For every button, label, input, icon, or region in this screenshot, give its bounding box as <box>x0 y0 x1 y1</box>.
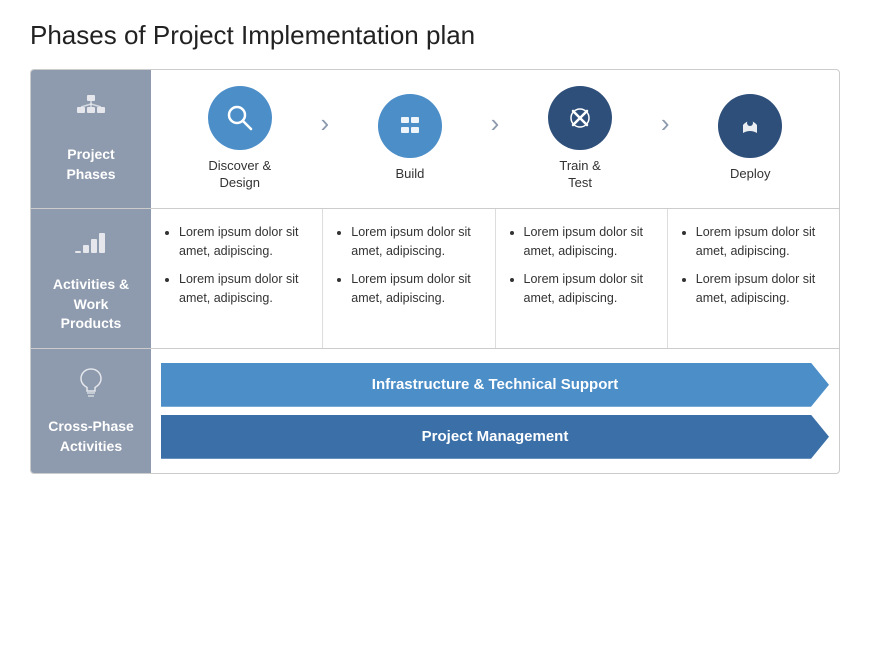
discover-icon <box>208 86 272 150</box>
activities-label-cell: Activities &WorkProducts <box>31 209 151 348</box>
cross-phase-label-cell: Cross-PhaseActivities <box>31 349 151 473</box>
phase-build: Build <box>331 94 489 183</box>
deploy-icon <box>718 94 782 158</box>
activity-item: Lorem ipsum dolor sit amet, adipiscing. <box>179 270 308 308</box>
discover-label: Discover &Design <box>208 158 271 192</box>
activity-item: Lorem ipsum dolor sit amet, adipiscing. <box>696 270 825 308</box>
activity-col-4: Lorem ipsum dolor sit amet, adipiscing. … <box>668 209 839 348</box>
activity-item: Lorem ipsum dolor sit amet, adipiscing. <box>351 223 480 261</box>
activity-item: Lorem ipsum dolor sit amet, adipiscing. <box>696 223 825 261</box>
project-mgmt-banner: Project Management <box>161 415 829 459</box>
mgmt-label: Project Management <box>422 428 569 445</box>
hierarchy-icon <box>73 93 109 139</box>
build-label: Build <box>395 166 424 183</box>
infra-label: Infrastructure & Technical Support <box>372 376 618 393</box>
activity-col-1: Lorem ipsum dolor sit amet, adipiscing. … <box>151 209 323 348</box>
phases-content: Discover &Design › Build › <box>151 70 839 208</box>
arrow-3: › <box>659 108 672 139</box>
lightbulb-icon <box>76 365 106 411</box>
train-label: Train &Test <box>559 158 600 192</box>
phase-train: Train &Test <box>501 86 659 192</box>
implementation-table: ProjectPhases Discover &Design › <box>30 69 840 474</box>
page-title: Phases of Project Implementation plan <box>30 20 840 51</box>
phase-discover: Discover &Design <box>161 86 319 192</box>
activity-col-2: Lorem ipsum dolor sit amet, adipiscing. … <box>323 209 495 348</box>
deploy-label: Deploy <box>730 166 770 183</box>
activity-col-3: Lorem ipsum dolor sit amet, adipiscing. … <box>496 209 668 348</box>
activity-item: Lorem ipsum dolor sit amet, adipiscing. <box>524 223 653 261</box>
activity-item: Lorem ipsum dolor sit amet, adipiscing. <box>351 270 480 308</box>
activities-content: Lorem ipsum dolor sit amet, adipiscing. … <box>151 209 839 348</box>
phases-label: ProjectPhases <box>66 145 115 184</box>
activities-row: Activities &WorkProducts Lorem ipsum dol… <box>31 209 839 349</box>
cross-phase-label: Cross-PhaseActivities <box>48 417 134 456</box>
activities-label: Activities &WorkProducts <box>53 275 129 334</box>
arrow-2: › <box>489 108 502 139</box>
build-icon <box>378 94 442 158</box>
phase-deploy: Deploy <box>672 94 830 183</box>
activities-icon <box>73 223 109 269</box>
phases-label-cell: ProjectPhases <box>31 70 151 208</box>
phases-row: ProjectPhases Discover &Design › <box>31 70 839 209</box>
mgmt-arrow: Project Management <box>161 415 829 459</box>
infra-arrow: Infrastructure & Technical Support <box>161 363 829 407</box>
infrastructure-banner: Infrastructure & Technical Support <box>161 363 829 407</box>
activity-item: Lorem ipsum dolor sit amet, adipiscing. <box>524 270 653 308</box>
arrow-1: › <box>319 108 332 139</box>
train-icon <box>548 86 612 150</box>
cross-phase-content: Infrastructure & Technical Support Proje… <box>151 349 839 473</box>
activity-item: Lorem ipsum dolor sit amet, adipiscing. <box>179 223 308 261</box>
cross-phase-row: Cross-PhaseActivities Infrastructure & T… <box>31 349 839 473</box>
